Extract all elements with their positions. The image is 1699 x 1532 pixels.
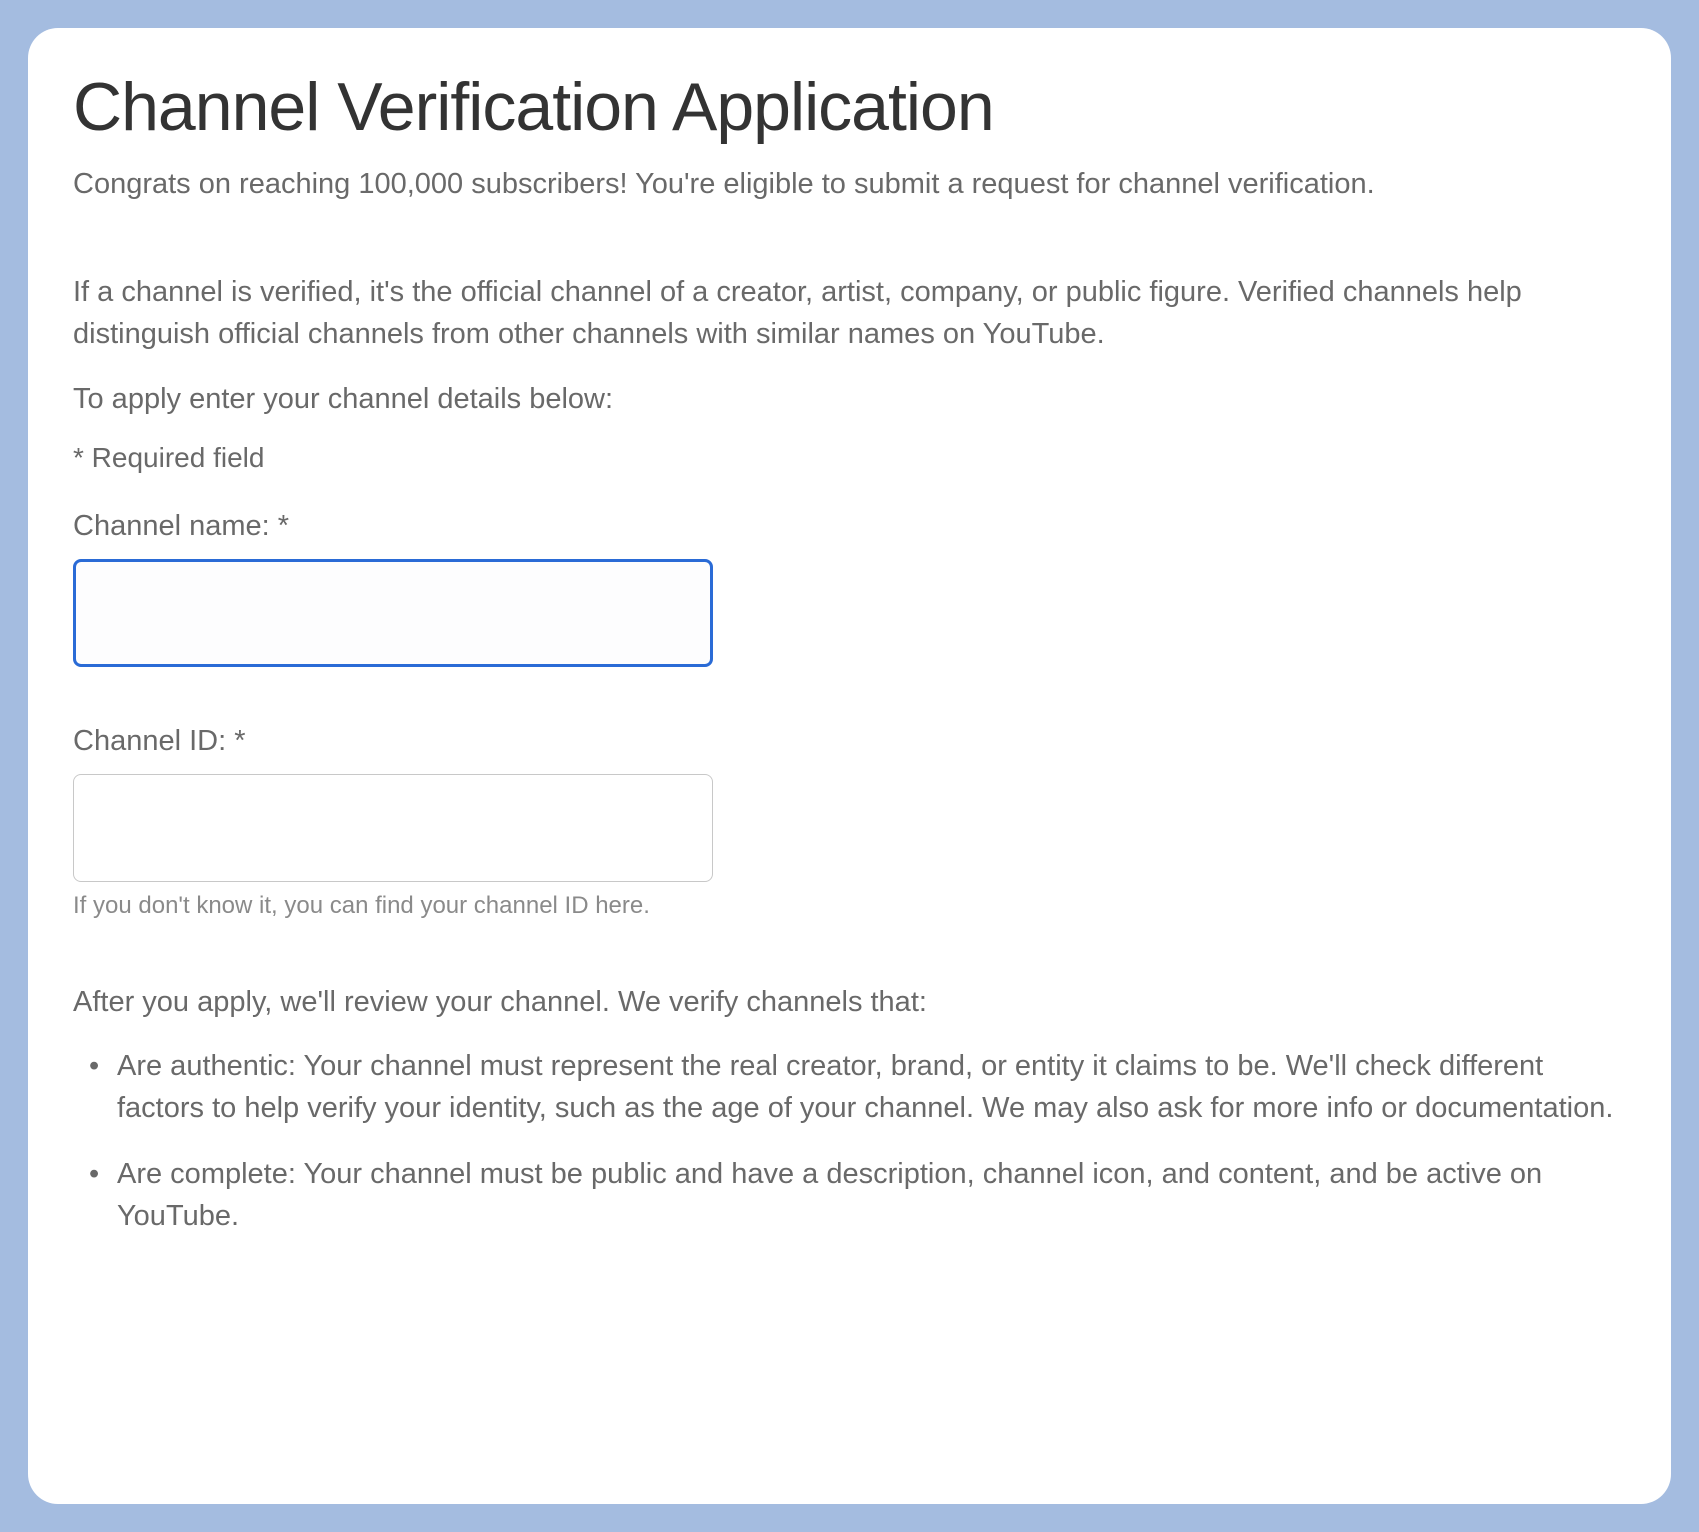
- criteria-item-authentic: Are authentic: Your channel must represe…: [99, 1045, 1626, 1129]
- criteria-list: Are authentic: Your channel must represe…: [73, 1045, 1626, 1237]
- application-card: Channel Verification Application Congrat…: [28, 28, 1671, 1504]
- channel-id-label: Channel ID: *: [73, 725, 1626, 758]
- apply-instruction: To apply enter your channel details belo…: [73, 383, 1626, 416]
- subheading: Congrats on reaching 100,000 subscribers…: [73, 164, 1626, 205]
- channel-name-input[interactable]: [73, 559, 713, 667]
- page-title: Channel Verification Application: [73, 68, 1626, 146]
- channel-name-group: Channel name: *: [73, 510, 1626, 667]
- channel-id-group: Channel ID: * If you don't know it, you …: [73, 725, 1626, 920]
- channel-name-label: Channel name: *: [73, 510, 1626, 543]
- required-field-note: * Required field: [73, 442, 1626, 474]
- criteria-item-complete: Are complete: Your channel must be publi…: [99, 1153, 1626, 1237]
- channel-id-input[interactable]: [73, 774, 713, 882]
- channel-id-helper: If you don't know it, you can find your …: [73, 892, 1626, 920]
- intro-paragraph: If a channel is verified, it's the offic…: [73, 271, 1626, 355]
- review-intro: After you apply, we'll review your chann…: [73, 986, 1626, 1019]
